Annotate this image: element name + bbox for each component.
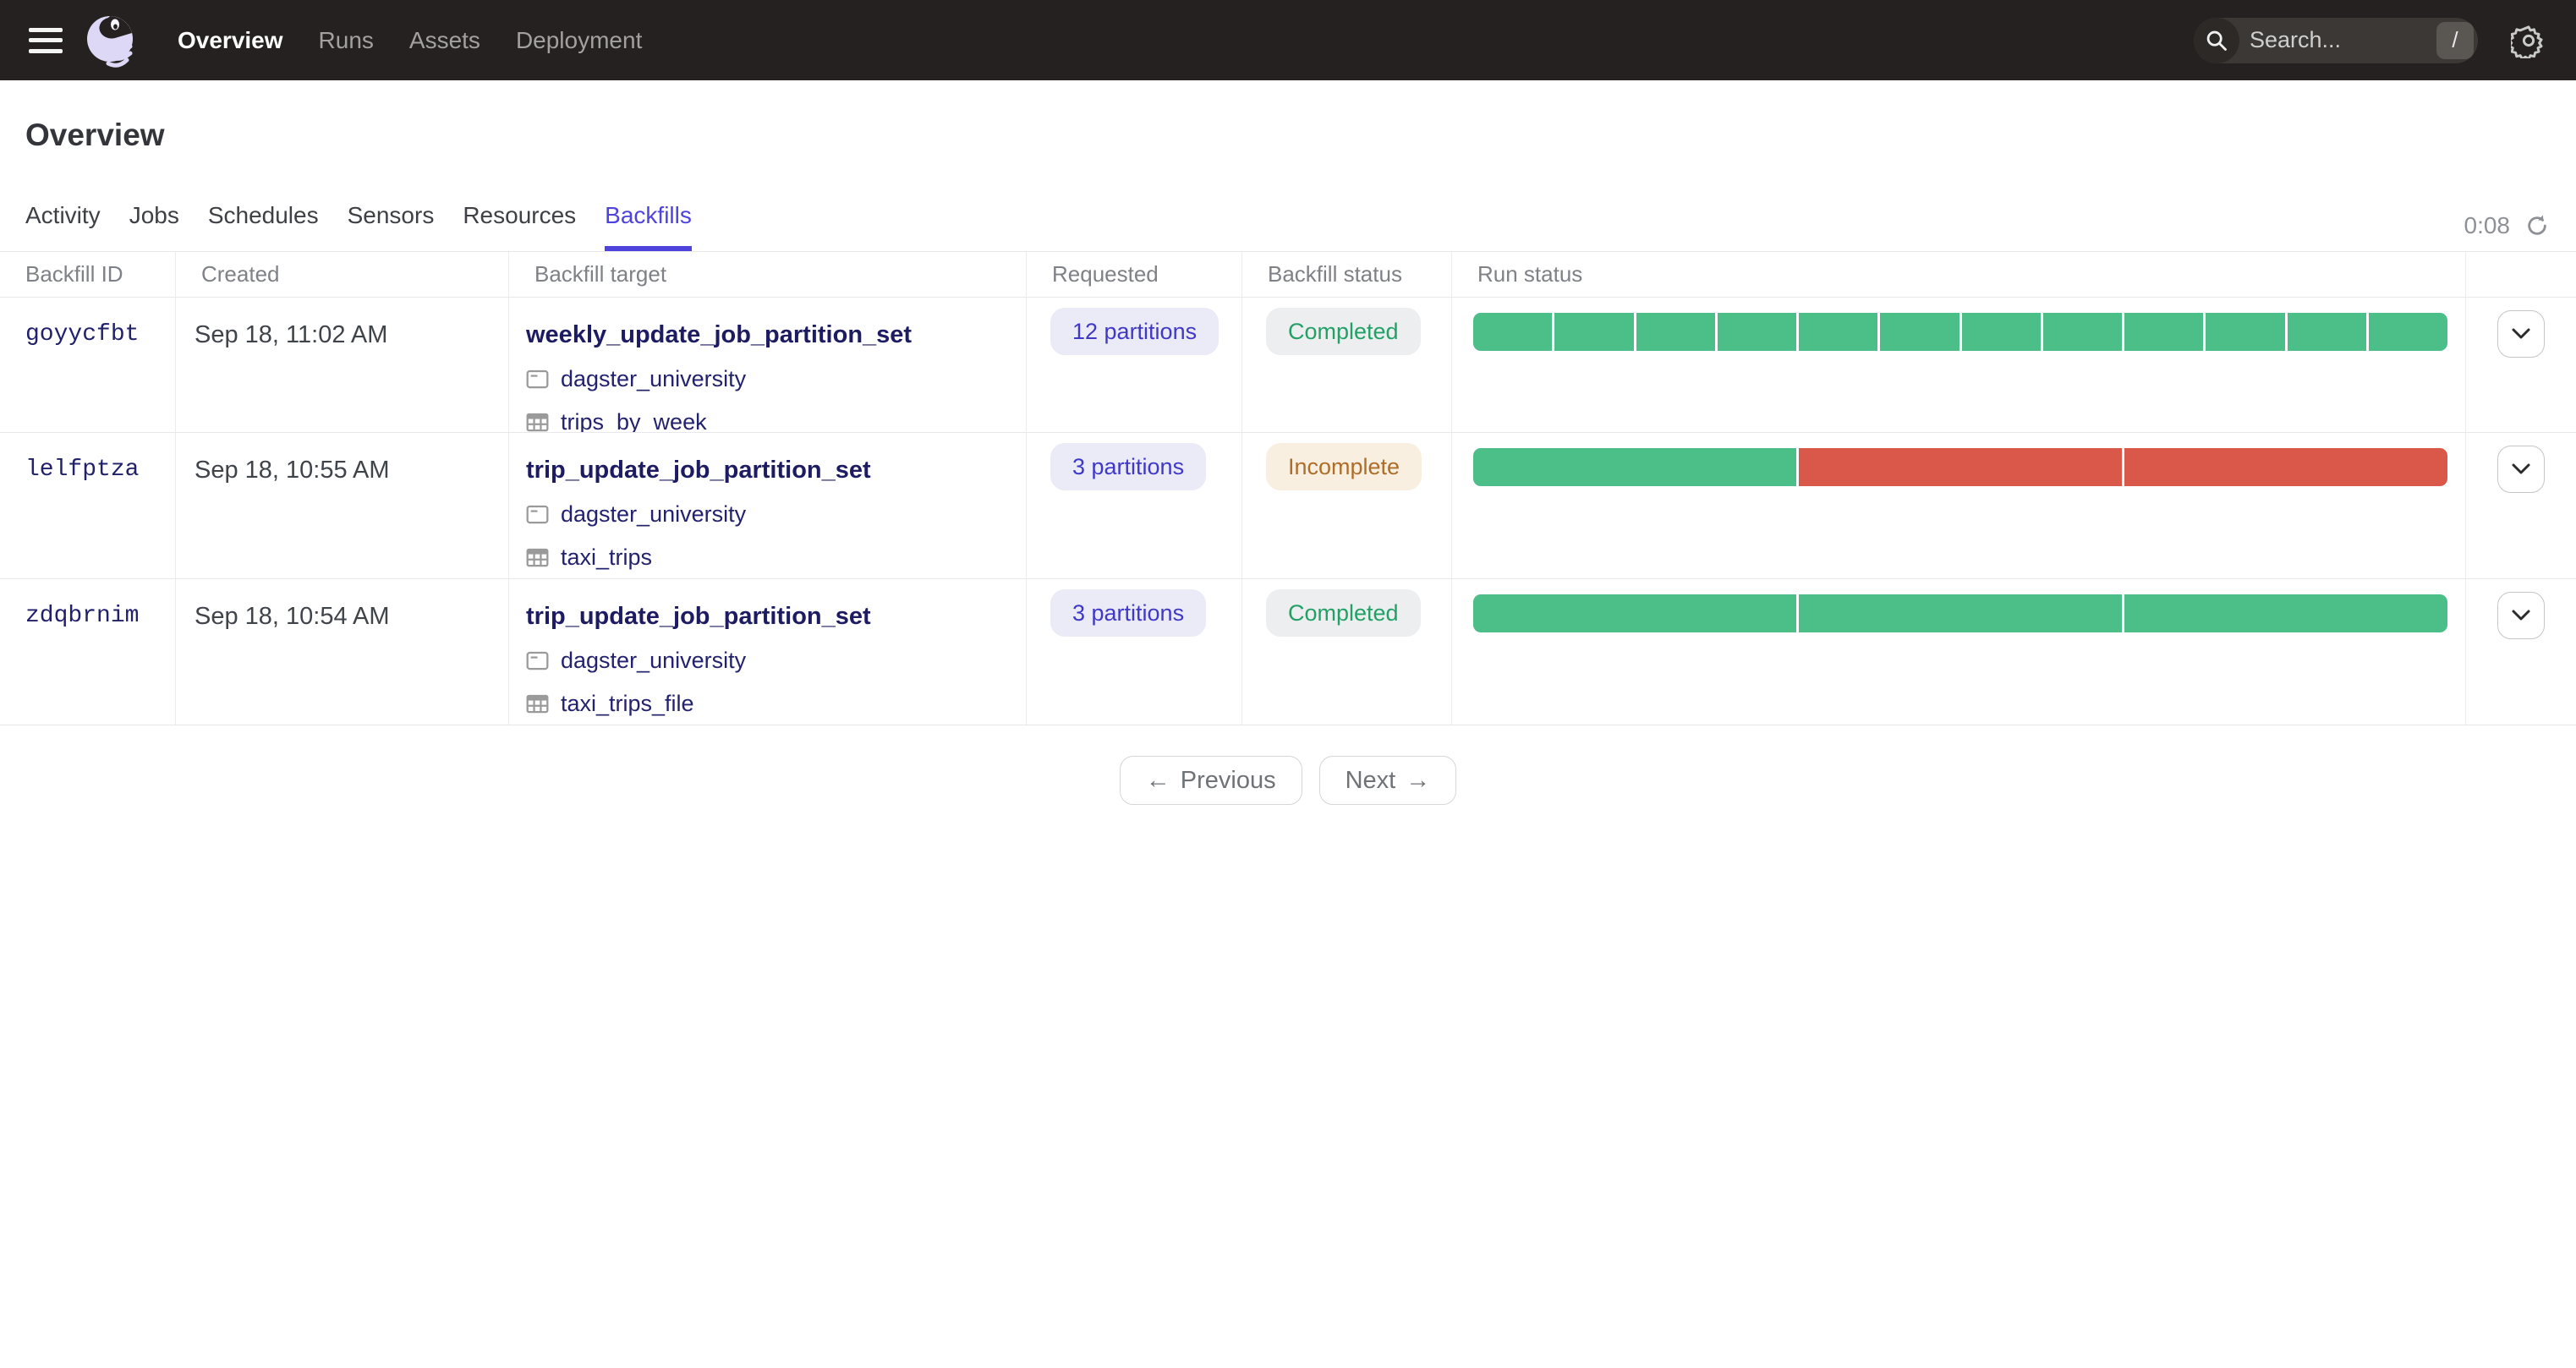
created-timestamp: Sep 18, 11:02 AM <box>176 298 509 432</box>
run-segment-green[interactable] <box>2287 313 2366 351</box>
column-header-actions <box>2466 252 2576 297</box>
tab-jobs[interactable]: Jobs <box>129 202 179 251</box>
table-row: goyycfbt Sep 18, 11:02 AM weekly_update_… <box>0 298 2576 433</box>
run-segment-green[interactable] <box>2368 313 2447 351</box>
partition-grid-icon <box>526 413 549 432</box>
nav-item-assets[interactable]: Assets <box>409 27 480 54</box>
nav-item-overview[interactable]: Overview <box>178 27 283 54</box>
column-header-backfill-status: Backfill status <box>1242 252 1452 297</box>
tab-sensors[interactable]: Sensors <box>348 202 435 251</box>
run-segment-green[interactable] <box>1473 594 1796 632</box>
backfill-target-link[interactable]: trip_update_job_partition_set <box>526 603 871 631</box>
row-actions-expand-button[interactable] <box>2497 310 2545 358</box>
run-segment-green[interactable] <box>1717 313 1796 351</box>
overview-tabs: Activity Jobs Schedules Sensors Resource… <box>25 202 2551 251</box>
backfill-status-badge: Completed <box>1266 589 1421 637</box>
partition-set-link[interactable]: taxi_trips <box>561 544 652 571</box>
nav-item-deployment[interactable]: Deployment <box>516 27 642 54</box>
run-status-bar[interactable] <box>1473 448 2447 486</box>
nav-item-runs[interactable]: Runs <box>319 27 374 54</box>
run-segment-green[interactable] <box>1554 313 1634 351</box>
run-status-bar[interactable] <box>1473 313 2447 351</box>
run-segment-green[interactable] <box>1880 313 1959 351</box>
partition-grid-icon <box>526 694 549 714</box>
table-header-row: Backfill ID Created Backfill target Requ… <box>0 251 2576 298</box>
search-shortcut-key: / <box>2436 21 2474 59</box>
run-segment-green[interactable] <box>2206 313 2285 351</box>
backfill-id-link[interactable]: goyycfbt <box>0 298 176 432</box>
hamburger-menu-icon[interactable] <box>29 27 63 53</box>
folder-icon <box>526 505 549 524</box>
folder-icon <box>526 369 549 389</box>
global-search[interactable]: / <box>2194 17 2478 63</box>
code-location-link[interactable]: dagster_university <box>561 648 746 674</box>
backfill-target-link[interactable]: trip_update_job_partition_set <box>526 457 871 484</box>
backfill-target-link[interactable]: weekly_update_job_partition_set <box>526 321 912 349</box>
partition-set-link[interactable]: taxi_trips_file <box>561 691 694 717</box>
run-segment-green[interactable] <box>1799 594 2122 632</box>
row-actions-expand-button[interactable] <box>2497 592 2545 639</box>
column-header-created: Created <box>176 252 509 297</box>
right-arrow-icon: → <box>1406 766 1431 794</box>
run-segment-green[interactable] <box>1961 313 2041 351</box>
backfills-table: Backfill ID Created Backfill target Requ… <box>0 251 2576 725</box>
requested-partitions-badge[interactable]: 12 partitions <box>1050 308 1219 355</box>
run-segment-green[interactable] <box>2124 313 2204 351</box>
partition-grid-icon <box>526 548 549 567</box>
folder-icon <box>526 651 549 670</box>
chevron-down-icon <box>2512 328 2530 339</box>
column-header-run-status: Run status <box>1452 252 2466 297</box>
table-row: zdqbrnim Sep 18, 10:54 AM trip_update_jo… <box>0 579 2576 725</box>
tab-resources[interactable]: Resources <box>463 202 576 251</box>
tab-activity[interactable]: Activity <box>25 202 101 251</box>
column-header-backfill-target: Backfill target <box>509 252 1027 297</box>
run-segment-green[interactable] <box>1473 448 1796 486</box>
run-segment-green[interactable] <box>2042 313 2122 351</box>
page-title: Overview <box>25 118 165 152</box>
run-segment-red[interactable] <box>1799 448 2122 486</box>
dagster-logo-icon[interactable] <box>85 11 144 70</box>
run-status-bar[interactable] <box>1473 594 2447 632</box>
requested-partitions-badge[interactable]: 3 partitions <box>1050 443 1207 490</box>
run-segment-red[interactable] <box>2124 448 2447 486</box>
run-segment-green[interactable] <box>1473 313 1553 351</box>
code-location-link[interactable]: dagster_university <box>561 501 746 528</box>
run-segment-green[interactable] <box>1799 313 1878 351</box>
code-location-link[interactable]: dagster_university <box>561 366 746 392</box>
column-header-requested: Requested <box>1027 252 1242 297</box>
backfill-status-badge: Completed <box>1266 308 1421 355</box>
backfill-id-link[interactable]: lelfptza <box>0 433 176 578</box>
search-input[interactable] <box>2239 27 2436 53</box>
refresh-countdown: 0:08 <box>2464 212 2511 238</box>
created-timestamp: Sep 18, 10:54 AM <box>176 579 509 725</box>
run-segment-green[interactable] <box>2124 594 2447 632</box>
backfill-id-link[interactable]: zdqbrnim <box>0 579 176 725</box>
chevron-down-icon <box>2512 610 2530 621</box>
next-page-button[interactable]: Next → <box>1318 756 1457 805</box>
primary-nav: Overview Runs Assets Deployment <box>178 27 642 54</box>
settings-gear-icon[interactable] <box>2510 22 2547 59</box>
created-timestamp: Sep 18, 10:55 AM <box>176 433 509 578</box>
backfill-status-badge: Incomplete <box>1266 443 1422 490</box>
tab-schedules[interactable]: Schedules <box>208 202 319 251</box>
search-icon <box>2194 17 2239 63</box>
requested-partitions-badge[interactable]: 3 partitions <box>1050 589 1207 637</box>
table-row: lelfptza Sep 18, 10:55 AM trip_update_jo… <box>0 433 2576 579</box>
chevron-down-icon <box>2512 463 2530 474</box>
column-header-backfill-id: Backfill ID <box>0 252 176 297</box>
run-segment-green[interactable] <box>1636 313 1715 351</box>
row-actions-expand-button[interactable] <box>2497 446 2545 493</box>
top-nav-bar: Overview Runs Assets Deployment / <box>0 0 2576 80</box>
pagination: ← Previous Next → <box>0 756 2576 805</box>
previous-page-button[interactable]: ← Previous <box>1119 756 1302 805</box>
refresh-icon[interactable] <box>2524 212 2551 239</box>
partition-set-link[interactable]: trips_by_week <box>561 409 707 432</box>
tab-backfills[interactable]: Backfills <box>605 202 692 251</box>
left-arrow-icon: ← <box>1145 766 1170 794</box>
